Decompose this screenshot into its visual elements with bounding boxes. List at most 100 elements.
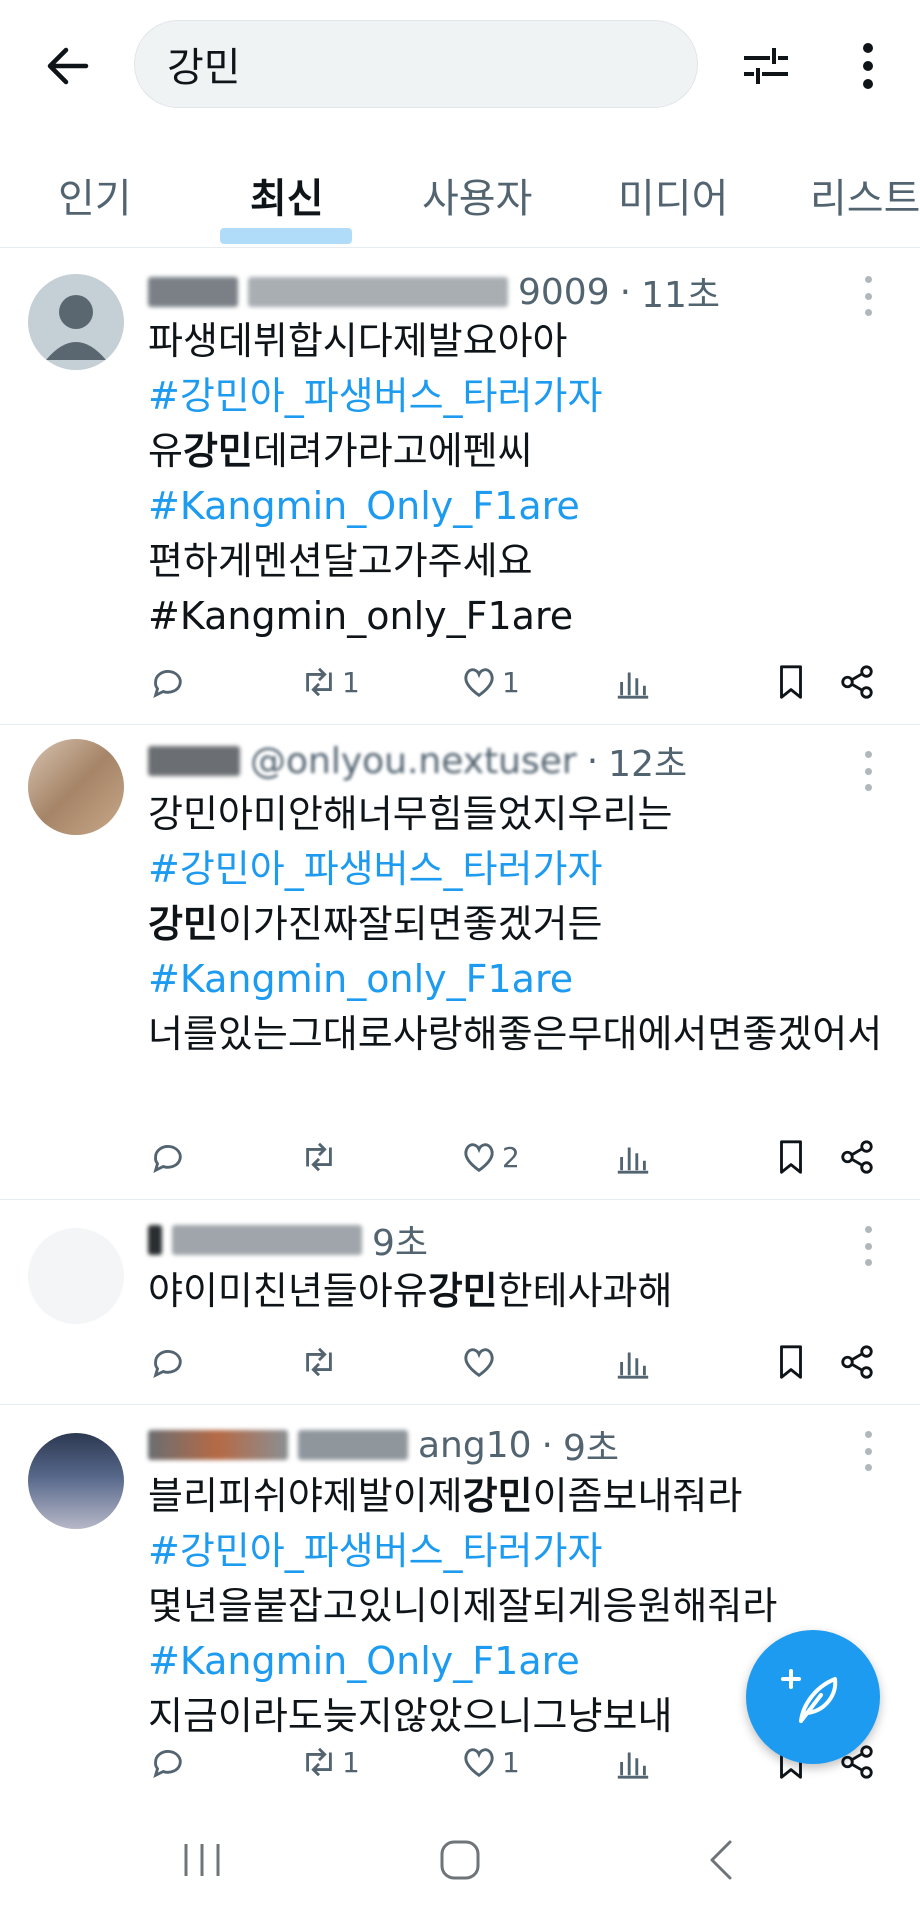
tab-media[interactable]: 미디어 bbox=[618, 166, 728, 224]
bar-chart-icon bbox=[617, 1752, 649, 1779]
display-name-redacted bbox=[148, 277, 238, 307]
avatar[interactable] bbox=[28, 274, 124, 370]
hashtag-link[interactable]: #강민아_파생버스_타러가자 bbox=[148, 1529, 602, 1573]
tab-people[interactable]: 사용자 bbox=[422, 166, 532, 224]
share-icon bbox=[841, 1345, 873, 1379]
tweet-line: #Kangmin_Only_F1are bbox=[148, 479, 888, 534]
retweet-icon bbox=[306, 667, 332, 697]
reply-button[interactable] bbox=[148, 1135, 186, 1179]
tweet-header: ang10 · 9초 bbox=[148, 1423, 619, 1469]
reply-button[interactable] bbox=[148, 1340, 186, 1384]
tweet-line: 편하게멘션달고가주세요 bbox=[148, 534, 888, 589]
tweet-line: 너를있는그대로사랑해좋은무대에서면좋겠어서 bbox=[148, 1007, 888, 1062]
share-button[interactable] bbox=[838, 1340, 876, 1384]
compose-tweet-button[interactable] bbox=[746, 1630, 880, 1764]
like-button[interactable]: 1 bbox=[460, 660, 520, 704]
share-button[interactable] bbox=[838, 1135, 876, 1179]
tweet-line: #Kangmin_only_F1are bbox=[148, 589, 888, 644]
bookmark-button[interactable] bbox=[772, 1340, 810, 1384]
tweet-handle: ang10 bbox=[418, 1424, 532, 1466]
reply-button[interactable] bbox=[148, 660, 186, 704]
tweet-line: 블리피쉬야제발이제강민이좀보내줘라 bbox=[148, 1469, 888, 1524]
bookmark-button[interactable] bbox=[772, 1135, 810, 1179]
separator-dot: · bbox=[541, 1424, 553, 1466]
views-button[interactable] bbox=[614, 1135, 652, 1179]
recent-apps-button[interactable] bbox=[172, 1830, 232, 1890]
tab-top[interactable]: 인기 bbox=[58, 166, 132, 224]
filter-button[interactable] bbox=[738, 38, 794, 94]
tweet-more-button[interactable] bbox=[856, 276, 880, 316]
hashtag-link[interactable]: #강민아_파생버스_타러가자 bbox=[148, 374, 602, 418]
tweet-header: @onlyou.nextuser · 12초 bbox=[148, 739, 687, 785]
heart-icon bbox=[464, 668, 494, 698]
reply-icon bbox=[153, 669, 182, 699]
text-span: 강민아미안해너무힘들었지우리는 bbox=[148, 792, 673, 836]
retweet-button[interactable] bbox=[300, 1135, 342, 1179]
share-icon bbox=[841, 665, 873, 699]
highlighted-keyword: 강민 bbox=[462, 1474, 533, 1518]
like-button[interactable]: 1 bbox=[460, 1740, 520, 1784]
avatar[interactable] bbox=[28, 739, 124, 835]
text-span: 파생데뷔합시다제발요아아 bbox=[148, 319, 568, 363]
tweet-line: #강민아_파생버스_타러가자 bbox=[148, 842, 888, 897]
tweet[interactable]: @onlyou.nextuser · 12초 강민아미안해너무힘들었지우리는 #… bbox=[0, 725, 920, 1200]
tweet[interactable]: 9초 야이미친년들아유강민한테사과해 bbox=[0, 1200, 920, 1405]
handle-redacted bbox=[248, 277, 508, 307]
separator-dot: · bbox=[619, 271, 632, 313]
bar-chart-icon bbox=[617, 672, 649, 699]
handle-redacted bbox=[298, 1430, 408, 1460]
system-back-button[interactable] bbox=[690, 1830, 750, 1890]
views-button[interactable] bbox=[614, 1340, 652, 1384]
share-button[interactable] bbox=[838, 660, 876, 704]
back-button[interactable] bbox=[40, 38, 96, 94]
search-input[interactable]: 강민 bbox=[134, 20, 698, 108]
retweet-button[interactable]: 1 bbox=[300, 1740, 360, 1784]
home-button[interactable] bbox=[430, 1830, 490, 1890]
handle-redacted bbox=[172, 1225, 362, 1255]
tweet-more-button[interactable] bbox=[856, 751, 880, 791]
more-options-button[interactable] bbox=[840, 38, 896, 94]
compose-feather-icon bbox=[781, 1669, 838, 1723]
avatar[interactable] bbox=[28, 1433, 124, 1529]
tab-latest[interactable]: 최신 bbox=[250, 166, 324, 224]
tweet-line: 유강민데려가라고에펜씨 bbox=[148, 424, 888, 479]
retweet-button[interactable]: 1 bbox=[300, 660, 360, 704]
hashtag-link[interactable]: #Kangmin_Only_F1are bbox=[148, 1639, 580, 1683]
highlighted-keyword: 강민 bbox=[148, 902, 218, 946]
hashtag-link[interactable]: #Kangmin_Only_F1are bbox=[148, 484, 580, 528]
bookmark-button[interactable] bbox=[772, 660, 810, 704]
tweet-time[interactable]: 9초 bbox=[372, 1214, 428, 1266]
like-button[interactable] bbox=[460, 1340, 502, 1384]
avatar[interactable] bbox=[28, 1228, 124, 1324]
retweet-button[interactable] bbox=[300, 1340, 342, 1384]
tweet-line: #강민아_파생버스_타러가자 bbox=[148, 1524, 888, 1579]
hashtag-link[interactable]: #강민아_파생버스_타러가자 bbox=[148, 847, 602, 891]
tweet-actions: 2 bbox=[148, 1135, 888, 1179]
tweet-more-button[interactable] bbox=[856, 1226, 880, 1266]
reply-button[interactable] bbox=[148, 1740, 186, 1784]
tweet-time[interactable]: 9초 bbox=[563, 1419, 619, 1471]
hashtag-link[interactable]: #Kangmin_only_F1are bbox=[148, 957, 573, 1001]
like-button[interactable]: 2 bbox=[460, 1135, 520, 1179]
tweet-time[interactable]: 12초 bbox=[608, 735, 687, 787]
retweet-count: 1 bbox=[342, 1745, 360, 1779]
home-icon bbox=[440, 1840, 480, 1880]
views-button[interactable] bbox=[614, 1740, 652, 1784]
tweet[interactable]: 9009 · 11초 파생데뷔합시다제발요아아 #강민아_파생버스_타러가자 유… bbox=[0, 250, 920, 725]
recent-apps-icon bbox=[184, 1844, 220, 1876]
tweet-more-button[interactable] bbox=[856, 1431, 880, 1471]
retweet-count: 1 bbox=[342, 665, 360, 699]
tweet-line: 강민아미안해너무힘들었지우리는 bbox=[148, 787, 888, 842]
views-button[interactable] bbox=[614, 660, 652, 704]
retweet-icon bbox=[306, 1347, 332, 1377]
text-span: 한테사과해 bbox=[497, 1269, 673, 1313]
search-query: 강민 bbox=[167, 45, 241, 91]
tab-lists[interactable]: 리스트 bbox=[810, 166, 920, 224]
text-span: 블리피쉬야제발이제 bbox=[148, 1474, 463, 1518]
text-span: #Kangmin_only_F1are bbox=[148, 594, 574, 638]
tweet-time[interactable]: 11초 bbox=[641, 266, 720, 318]
reply-icon bbox=[153, 1349, 182, 1379]
display-name-redacted bbox=[148, 1225, 162, 1255]
text-span: 몇년을붙잡고있니이제잘되게응원해줘라 bbox=[148, 1584, 778, 1628]
tweet-header: 9009 · 11초 bbox=[148, 270, 720, 316]
